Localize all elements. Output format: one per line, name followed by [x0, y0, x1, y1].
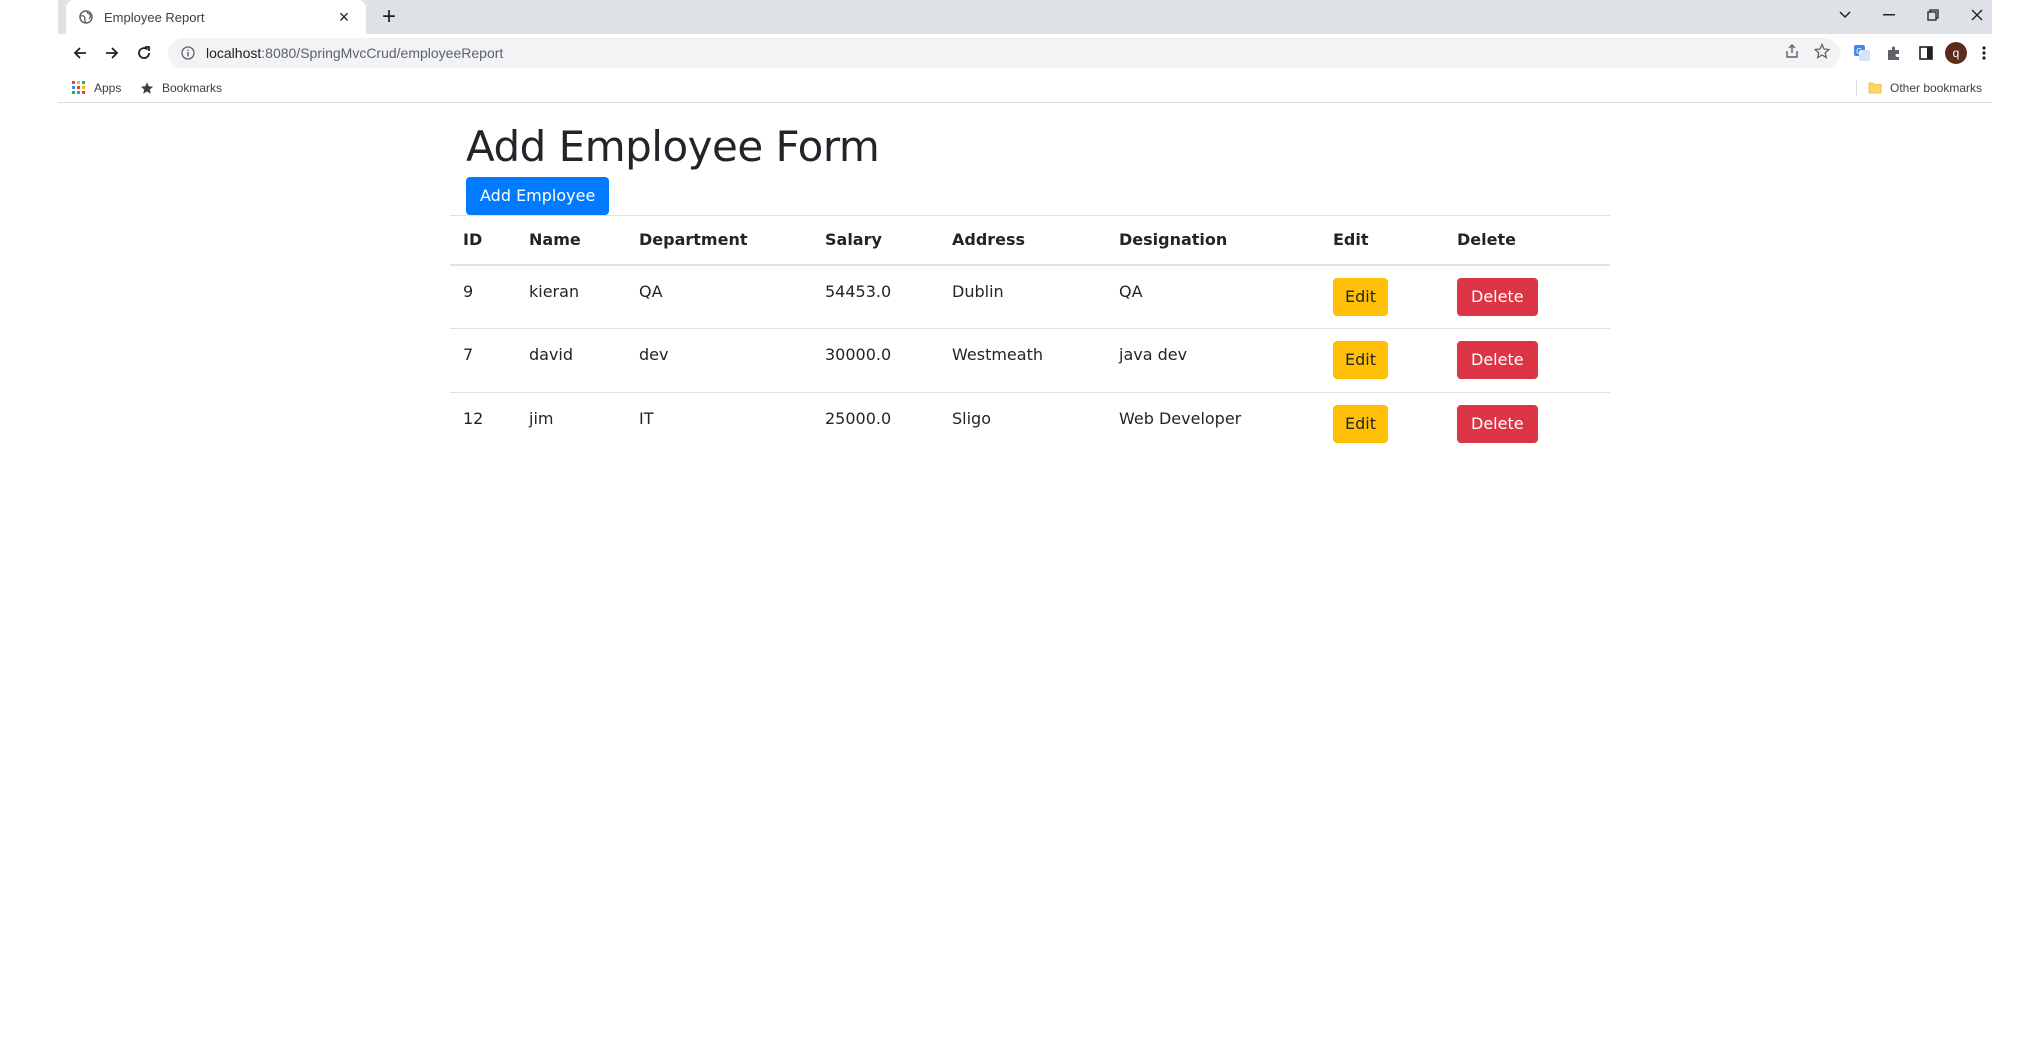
url-text: localhost:8080/SpringMvcCrud/employeeRep…	[206, 45, 503, 61]
cell-edit: Edit	[1320, 392, 1444, 457]
tab-strip: Employee Report × +	[58, 0, 1992, 34]
cell-address: Sligo	[939, 392, 1106, 457]
translate-extension-icon[interactable]: G	[1848, 39, 1876, 67]
cell-salary: 54453.0	[812, 264, 939, 329]
bookmarks-divider	[1856, 80, 1857, 96]
apps-grid-icon	[72, 80, 86, 95]
edit-button[interactable]: Edit	[1333, 405, 1388, 443]
minimize-icon[interactable]	[1866, 0, 1912, 30]
table-row: 7 david dev 30000.0 Westmeath java dev E…	[450, 328, 1610, 393]
delete-button[interactable]: Delete	[1457, 405, 1538, 443]
cell-address: Westmeath	[939, 328, 1106, 393]
tab-search-chevron-icon[interactable]	[1822, 0, 1868, 30]
bookmark-apps-label: Apps	[94, 80, 122, 95]
column-header-id: ID	[450, 215, 516, 266]
forward-icon[interactable]	[98, 39, 126, 67]
cell-delete: Delete	[1444, 328, 1610, 393]
cell-department: dev	[626, 328, 812, 393]
cell-designation: Web Developer	[1106, 392, 1320, 457]
tab-title: Employee Report	[104, 9, 205, 25]
page-title: Add Employee Form	[466, 122, 880, 171]
new-tab-icon[interactable]: +	[376, 4, 402, 30]
cell-salary: 25000.0	[812, 392, 939, 457]
cell-id: 12	[450, 392, 516, 457]
folder-icon	[1868, 81, 1882, 95]
column-header-name: Name	[516, 215, 626, 266]
add-employee-button[interactable]: Add Employee	[466, 177, 610, 215]
cell-department: QA	[626, 264, 812, 329]
bookmark-apps[interactable]: Apps	[72, 72, 121, 103]
side-panel-icon[interactable]	[1912, 39, 1940, 67]
column-header-designation: Designation	[1106, 215, 1320, 266]
column-header-edit: Edit	[1320, 215, 1444, 266]
globe-icon	[78, 9, 94, 25]
cell-designation: QA	[1106, 264, 1320, 329]
window-close-icon[interactable]	[1954, 0, 2000, 30]
cell-id: 9	[450, 264, 516, 329]
star-icon	[140, 81, 154, 95]
column-header-department: Department	[626, 215, 812, 266]
cell-edit: Edit	[1320, 264, 1444, 329]
url-path: :8080/SpringMvcCrud/employeeReport	[261, 45, 504, 61]
cell-salary: 30000.0	[812, 328, 939, 393]
delete-button[interactable]: Delete	[1457, 277, 1538, 316]
cell-delete: Delete	[1444, 392, 1610, 457]
reload-icon[interactable]	[130, 39, 158, 67]
bookmark-other-label: Other bookmarks	[1890, 80, 1983, 95]
cell-name: jim	[516, 392, 626, 457]
svg-text:G: G	[1856, 47, 1862, 56]
cell-designation: java dev	[1106, 328, 1320, 393]
extensions-puzzle-icon[interactable]	[1880, 39, 1908, 67]
bookmark-bookmarks[interactable]: Bookmarks	[140, 72, 222, 103]
avatar-initial: q	[1945, 42, 1967, 64]
table-row: 12 jim IT 25000.0 Sligo Web Developer Ed…	[450, 392, 1610, 457]
edit-button[interactable]: Edit	[1333, 341, 1388, 379]
bookmark-bookmarks-label: Bookmarks	[162, 80, 223, 95]
column-header-delete: Delete	[1444, 215, 1610, 266]
column-header-address: Address	[939, 215, 1106, 266]
site-info-icon[interactable]	[180, 45, 196, 61]
menu-kebab-icon[interactable]	[1970, 39, 1998, 67]
cell-address: Dublin	[939, 264, 1106, 329]
address-bar[interactable]: localhost:8080/SpringMvcCrud/employeeRep…	[168, 38, 1840, 68]
bookmark-star-icon[interactable]	[1813, 42, 1831, 64]
bookmarks-bar: Apps Bookmarks Other bookmarks	[58, 72, 1992, 103]
back-icon[interactable]	[66, 39, 94, 67]
cell-department: IT	[626, 392, 812, 457]
share-icon[interactable]	[1784, 43, 1800, 64]
cell-name: kieran	[516, 264, 626, 329]
url-host: localhost	[206, 45, 262, 61]
cell-edit: Edit	[1320, 328, 1444, 393]
table-header-row: ID Name Department Salary Address Design…	[450, 215, 1610, 266]
cell-delete: Delete	[1444, 264, 1610, 329]
tab-close-icon[interactable]: ×	[334, 8, 354, 26]
cell-id: 7	[450, 328, 516, 393]
restore-icon[interactable]	[1910, 0, 1956, 30]
cell-name: david	[516, 328, 626, 393]
browser-window: Employee Report × + localhost:8080/Sprin…	[58, 0, 1992, 104]
profile-avatar[interactable]: q	[1942, 39, 1970, 67]
edit-button[interactable]: Edit	[1333, 277, 1388, 316]
employee-table: ID Name Department Salary Address Design…	[450, 215, 1610, 457]
table-row: 9 kieran QA 54453.0 Dublin QA Edit Delet…	[450, 264, 1610, 329]
delete-button[interactable]: Delete	[1457, 341, 1538, 379]
column-header-salary: Salary	[812, 215, 939, 266]
browser-toolbar: localhost:8080/SpringMvcCrud/employeeRep…	[58, 34, 1992, 72]
bookmark-other[interactable]: Other bookmarks	[1868, 72, 1982, 103]
tab-employee-report[interactable]: Employee Report ×	[66, 0, 366, 34]
